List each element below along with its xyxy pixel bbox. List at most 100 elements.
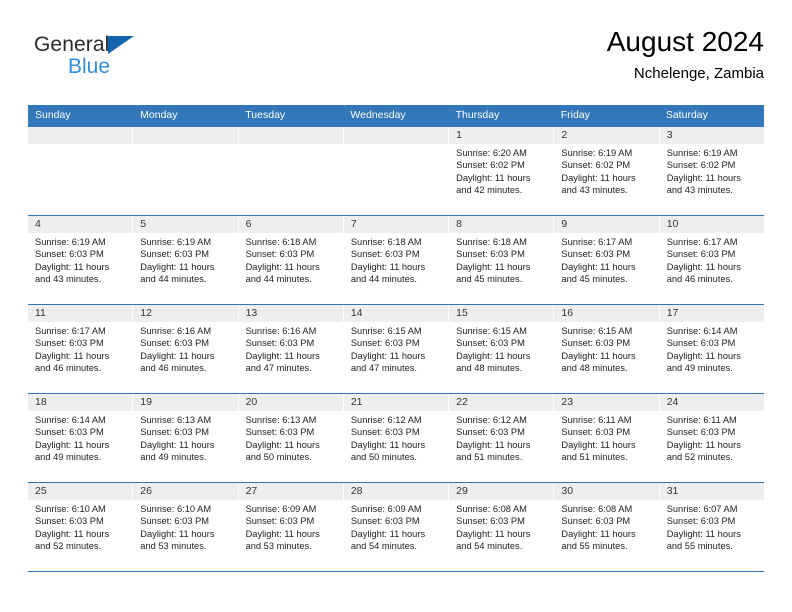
calendar-day-27[interactable]: 27 Sunrise: 6:09 AM Sunset: 6:03 PM Dayligh… (238, 483, 344, 571)
calendar-day-4[interactable]: 4 Sunrise: 6:19 AM Sunset: 6:03 PM Daylight… (28, 216, 134, 304)
day-details: Sunrise: 6:17 AM Sunset: 6:03 PM Daylight:… (660, 233, 764, 286)
sunset-line: Sunset: 6:03 PM (350, 338, 420, 349)
sunrise-line: Sunrise: 6:19 AM (140, 237, 212, 247)
day-number-band: 6 (238, 216, 343, 233)
day-number-band: 9 (554, 216, 659, 233)
calendar-day-28[interactable]: 28 Sunrise: 6:09 AM Sunset: 6:03 PM Dayligh… (343, 483, 450, 571)
day-number: 15 (456, 307, 468, 319)
sunrise-line: Sunrise: 6:07 AM (666, 504, 738, 514)
day-details: Sunrise: 6:20 AM Sunset: 6:02 PM Daylight:… (449, 144, 553, 197)
calendar-day-3[interactable]: 3 Sunrise: 6:19 AM Sunset: 6:02 PM Daylight… (659, 127, 764, 215)
day-details: Sunrise: 6:17 AM Sunset: 6:03 PM Daylight:… (554, 233, 658, 286)
calendar-day-30[interactable]: 30 Sunrise: 6:08 AM Sunset: 6:03 PM Dayligh… (554, 483, 660, 571)
weekday-header-row: Sunday Monday Tuesday Wednesday Thursday Frid… (28, 105, 764, 126)
calendar-day-31[interactable]: 31 Sunrise: 6:07 AM Sunset: 6:03 PM Dayligh… (659, 483, 764, 571)
calendar-day-5[interactable]: 5 Sunrise: 6:19 AM Sunset: 6:03 PM Daylight… (133, 216, 239, 304)
daylight-line-2: and 43 minutes. (35, 274, 102, 285)
calendar-day-16[interactable]: 16 Sunrise: 6:15 AM Sunset: 6:03 PM Dayligh… (554, 305, 660, 393)
daylight-line-2: and 51 minutes. (456, 452, 523, 463)
daylight-line-1: Daylight: 11 hours (666, 528, 741, 539)
calendar-day-8[interactable]: 8 Sunrise: 6:18 AM Sunset: 6:03 PM Daylight… (449, 216, 555, 304)
calendar-day-26[interactable]: 26 Sunrise: 6:10 AM Sunset: 6:03 PM Dayligh… (133, 483, 239, 571)
calendar-day-18[interactable]: 18 Sunrise: 6:14 AM Sunset: 6:03 PM Dayligh… (28, 394, 134, 482)
calendar-day-9[interactable]: 9 Sunrise: 6:17 AM Sunset: 6:03 PM Daylight… (554, 216, 660, 304)
day-number: 30 (561, 485, 574, 497)
day-number-band: 3 (659, 127, 764, 144)
sunset-line: Sunset: 6:03 PM (245, 249, 315, 260)
daylight-line-2: and 42 minutes. (456, 185, 523, 196)
sunrise-line: Sunrise: 6:08 AM (456, 504, 527, 514)
day-number-band: 8 (449, 216, 554, 233)
day-details: Sunrise: 6:14 AM Sunset: 6:03 PM Daylight:… (660, 322, 764, 375)
day-number: 3 (666, 129, 673, 141)
sunset-line: Sunset: 6:03 PM (561, 249, 631, 260)
logo-text-general: General (34, 33, 110, 56)
daylight-line-2: and 53 minutes. (245, 541, 312, 552)
calendar-page: General Blue August 2024 Nchelenge, Zamb… (0, 0, 792, 612)
calendar-day-25[interactable]: 25 Sunrise: 6:10 AM Sunset: 6:03 PM Dayligh… (28, 483, 134, 571)
calendar-day-15[interactable]: 15 Sunrise: 6:15 AM Sunset: 6:03 PM Dayligh… (449, 305, 555, 393)
calendar-day-21[interactable]: 21 Sunrise: 6:12 AM Sunset: 6:03 PM Dayligh… (343, 394, 450, 482)
calendar-day-12[interactable]: 12 Sunrise: 6:16 AM Sunset: 6:03 PM Dayligh… (133, 305, 239, 393)
day-number: 20 (245, 396, 258, 408)
sunrise-line: Sunrise: 6:17 AM (561, 237, 633, 247)
calendar-day-20[interactable]: 20 Sunrise: 6:13 AM Sunset: 6:03 PM Dayligh… (238, 394, 344, 482)
day-number-band: 24 (659, 394, 764, 411)
sunrise-line: Sunrise: 6:09 AM (245, 504, 317, 514)
calendar-day-11[interactable]: 11 Sunrise: 6:17 AM Sunset: 6:03 PM Dayligh… (28, 305, 134, 393)
sunset-line: Sunset: 6:03 PM (350, 249, 420, 260)
day-number-band: 31 (659, 483, 764, 500)
daylight-line-2: and 45 minutes. (456, 274, 523, 285)
calendar-day-7[interactable]: 7 Sunrise: 6:18 AM Sunset: 6:03 PM Daylight… (343, 216, 450, 304)
calendar-day-23[interactable]: 23 Sunrise: 6:11 AM Sunset: 6:03 PM Dayligh… (554, 394, 660, 482)
day-number-band: 16 (554, 305, 659, 322)
calendar-day-6[interactable]: 6 Sunrise: 6:18 AM Sunset: 6:03 PM Daylight… (238, 216, 344, 304)
calendar-day-19[interactable]: 19 Sunrise: 6:13 AM Sunset: 6:03 PM Dayligh… (133, 394, 239, 482)
calendar-day-10[interactable]: 10 Sunrise: 6:17 AM Sunset: 6:03 PM Dayligh… (659, 216, 764, 304)
day-number: 19 (140, 396, 152, 408)
calendar-day-2[interactable]: 2 Sunrise: 6:19 AM Sunset: 6:02 PM Daylight… (554, 127, 660, 215)
daylight-line-2: and 44 minutes. (245, 274, 312, 285)
calendar-day-14[interactable]: 14 Sunrise: 6:15 AM Sunset: 6:03 PM Dayligh… (343, 305, 450, 393)
daylight-line-1: Daylight: 11 hours (350, 439, 426, 450)
weekday-header-saturday: Saturday (665, 109, 708, 121)
sunset-line: Sunset: 6:03 PM (666, 338, 736, 349)
calendar-day-29[interactable]: 29 Sunrise: 6:08 AM Sunset: 6:03 PM Dayligh… (449, 483, 555, 571)
daylight-line-2: and 46 minutes. (35, 363, 102, 374)
day-number-band: 22 (449, 394, 554, 411)
daylight-line-2: and 44 minutes. (350, 274, 417, 285)
weekday-header-monday: Monday (140, 109, 178, 121)
daylight-line-1: Daylight: 11 hours (456, 261, 531, 272)
calendar-day-13[interactable]: 13 Sunrise: 6:16 AM Sunset: 6:03 PM Dayligh… (238, 305, 344, 393)
sunrise-line: Sunrise: 6:18 AM (350, 237, 422, 247)
general-blue-logo[interactable]: General Blue (34, 32, 214, 90)
day-number: 4 (35, 218, 41, 230)
day-number: 18 (35, 396, 47, 408)
sunrise-line: Sunrise: 6:13 AM (245, 415, 317, 425)
sunset-line: Sunset: 6:02 PM (456, 160, 525, 171)
daylight-line-2: and 52 minutes. (666, 452, 733, 463)
daylight-line-1: Daylight: 11 hours (35, 350, 110, 361)
day-number-band: 20 (238, 394, 343, 411)
sunset-line: Sunset: 6:03 PM (561, 516, 631, 527)
page-header: General Blue August 2024 Nchelenge, Zamb… (28, 26, 764, 96)
day-details: Sunrise: 6:16 AM Sunset: 6:03 PM Daylight:… (239, 322, 343, 375)
day-number-band (238, 127, 343, 144)
daylight-line-2: and 43 minutes. (666, 185, 733, 196)
daylight-line-1: Daylight: 11 hours (666, 172, 741, 183)
day-number: 24 (666, 396, 679, 408)
title-block: August 2024 Nchelenge, Zambia (607, 26, 764, 82)
weekday-header-wednesday: Wednesday (350, 109, 406, 121)
day-number-band: 7 (343, 216, 449, 233)
daylight-line-1: Daylight: 11 hours (35, 439, 110, 450)
calendar-day-22[interactable]: 22 Sunrise: 6:12 AM Sunset: 6:03 PM Dayligh… (449, 394, 555, 482)
calendar-day-17[interactable]: 17 Sunrise: 6:14 AM Sunset: 6:03 PM Dayligh… (659, 305, 764, 393)
daylight-line-1: Daylight: 11 hours (561, 528, 636, 539)
day-details: Sunrise: 6:13 AM Sunset: 6:03 PM Daylight:… (133, 411, 237, 464)
day-number: 10 (666, 218, 679, 230)
calendar-day-1[interactable]: 1 Sunrise: 6:20 AM Sunset: 6:02 PM Daylight… (449, 127, 555, 215)
day-number: 26 (140, 485, 152, 497)
daylight-line-2: and 48 minutes. (456, 363, 523, 374)
calendar-day-24[interactable]: 24 Sunrise: 6:11 AM Sunset: 6:03 PM Dayligh… (659, 394, 764, 482)
sunset-line: Sunset: 6:03 PM (456, 427, 525, 438)
